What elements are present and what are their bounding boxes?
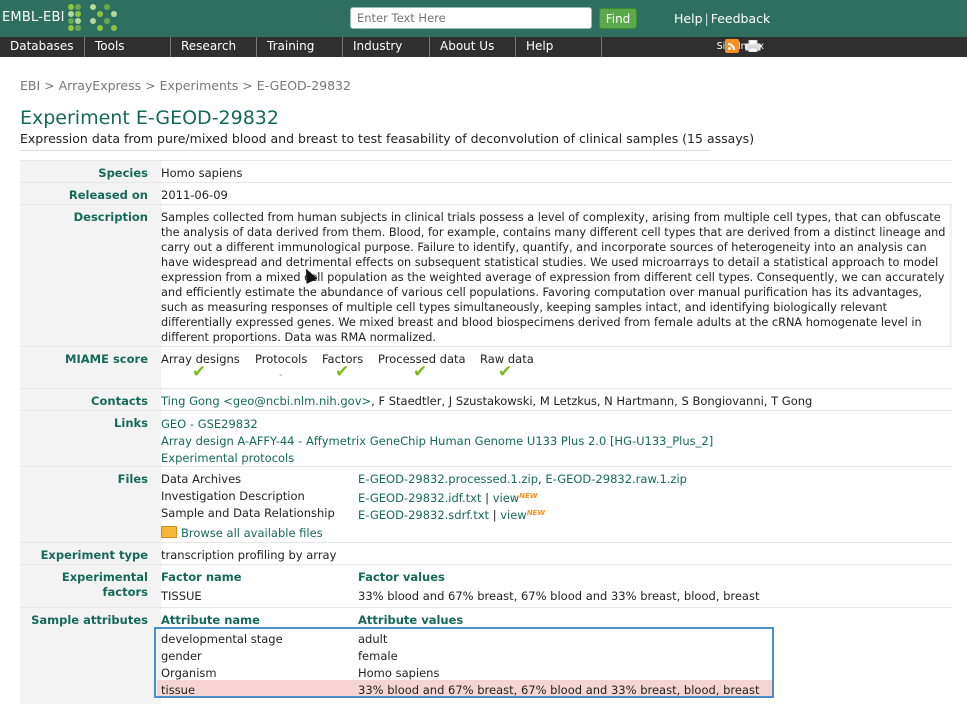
breadcrumb-ebi[interactable]: EBI [20, 78, 40, 93]
folder-icon [161, 526, 177, 538]
nav-research[interactable]: Research [171, 37, 257, 57]
protocols-link[interactable]: Experimental protocols [161, 450, 952, 467]
new-badge: NEW [519, 492, 538, 500]
description-row: Description Samples collected from human… [20, 204, 952, 347]
page-subtitle: Expression data from pure/mixed blood an… [20, 131, 755, 146]
miame-row: MIAME score Array designs Protocols Fact… [20, 346, 952, 389]
check-icon: ✔ [335, 362, 350, 382]
header-links: Help | Feedback [674, 11, 770, 26]
check-icon: ✔ [413, 362, 428, 382]
factors-label-line1: Experimental [61, 570, 148, 584]
sdrf-files: E-GEOD-29832.sdrf.txt | viewNEW [358, 506, 545, 523]
factors-table: Factor name Factor values TISSUE 33% blo… [161, 565, 952, 608]
released-value: 2011-06-09 [161, 183, 952, 205]
print-icon[interactable] [745, 40, 761, 52]
archive-comma: , [538, 472, 542, 486]
description-label: Description [73, 210, 148, 224]
factor-values-header: Factor values [358, 570, 445, 584]
species-value: Homo sapiens [161, 161, 952, 183]
search-input[interactable] [350, 7, 592, 29]
experiment-type-label: Experiment type [40, 548, 148, 562]
contacts-label: Contacts [91, 394, 148, 408]
factor-values: 33% blood and 67% breast, 67% blood and … [358, 589, 760, 603]
files-row: Files Data Archives E-GEOD-29832.process… [20, 466, 952, 543]
idf-view-link[interactable]: view [493, 491, 519, 505]
experiment-type-row: Experiment type transcription profiling … [20, 542, 952, 565]
nav-help[interactable]: Help [516, 37, 602, 57]
links-label: Links [114, 416, 148, 430]
subtitle-divider [20, 150, 710, 151]
browse-all-files-link[interactable]: Browse all available files [181, 526, 323, 540]
breadcrumb-separator: > [242, 78, 253, 93]
contacts-others: , F Staedtler, J Szustakowski, M Letzkus… [371, 394, 813, 408]
idf-label: Investigation Description [161, 489, 305, 503]
attribute-name-header: Attribute name [161, 613, 260, 627]
nav-tools[interactable]: Tools [85, 37, 171, 57]
breadcrumb-current: E-GEOD-29832 [256, 78, 351, 93]
idf-files: E-GEOD-29832.idf.txt | viewNEW [358, 489, 538, 506]
ebi-logo-icon[interactable] [66, 2, 118, 35]
ebi-logo-text[interactable]: EMBL-EBI [2, 10, 65, 25]
file-pipe: | [485, 491, 490, 505]
feedback-link[interactable]: Feedback [711, 11, 771, 26]
released-label: Released on [68, 188, 148, 202]
nav-industry[interactable]: Industry [343, 37, 430, 57]
nav-training[interactable]: Training [257, 37, 343, 57]
array-design-link[interactable]: Array design A-AFFY-44 - Affymetrix Gene… [161, 433, 952, 450]
raw-archive-link[interactable]: E-GEOD-29832.raw.1.zip [545, 472, 687, 486]
nav-databases[interactable]: Databases [0, 37, 85, 57]
breadcrumb-experiments[interactable]: Experiments [160, 78, 239, 93]
page-title: Experiment E-GEOD-29832 [20, 107, 279, 129]
factor-name: TISSUE [161, 589, 202, 603]
links-value: GEO - GSE29832 Array design A-AFFY-44 - … [161, 411, 952, 467]
header-link-separator: | [704, 11, 709, 26]
data-archives-label: Data Archives [161, 472, 242, 486]
processed-archive-link[interactable]: E-GEOD-29832.processed.1.zip [358, 472, 538, 486]
experiment-type-value: transcription profiling by array [161, 543, 952, 565]
breadcrumb-arrayexpress[interactable]: ArrayExpress [59, 78, 141, 93]
miame-table: Array designs Protocols Factors Processe… [161, 347, 952, 389]
idf-file-link[interactable]: E-GEOD-29832.idf.txt [358, 491, 482, 505]
check-icon: ✔ [192, 362, 207, 382]
sample-attributes-label: Sample attributes [31, 613, 148, 627]
new-badge: NEW [526, 509, 546, 517]
site-header: EMBL-EBI Find Help|Feedback [0, 0, 967, 37]
breadcrumb-separator: > [44, 78, 55, 93]
browse-files: Browse all available files [161, 526, 323, 541]
find-button[interactable]: Find [599, 8, 637, 29]
factor-name-header: Factor name [161, 570, 242, 584]
released-row: Released on 2011-06-09 [20, 182, 952, 205]
attribute-values-header: Attribute values [358, 613, 464, 627]
factors-row: Experimental factors Factor name Factor v… [20, 564, 952, 608]
data-archives-files: E-GEOD-29832.processed.1.zip, E-GEOD-298… [358, 472, 687, 487]
contacts-value: Ting Gong <geo@ncbi.nlm.nih.gov>, F Stae… [161, 389, 952, 411]
rss-icon[interactable] [725, 39, 739, 53]
contacts-row: Contacts Ting Gong <geo@ncbi.nlm.nih.gov… [20, 388, 952, 411]
breadcrumb-separator: > [145, 78, 156, 93]
file-pipe: | [492, 508, 497, 522]
selection-highlight-box [154, 627, 774, 698]
geo-link[interactable]: GEO - GSE29832 [161, 416, 952, 433]
sdrf-label: Sample and Data Relationship [161, 506, 335, 520]
description-text: Samples collected from human subjects in… [161, 205, 949, 347]
files-label: Files [117, 472, 148, 486]
nav-about-us[interactable]: About Us [430, 37, 516, 57]
miame-protocols-dash: - [279, 370, 283, 381]
files-table: Data Archives E-GEOD-29832.processed.1.z… [161, 467, 952, 543]
links-row: Links GEO - GSE29832 Array design A-AFFY… [20, 410, 952, 467]
contact-email-link[interactable]: Ting Gong <geo@ncbi.nlm.nih.gov> [161, 394, 371, 408]
species-row: Species Homo sapiens [20, 160, 952, 183]
sdrf-file-link[interactable]: E-GEOD-29832.sdrf.txt [358, 508, 489, 522]
help-link[interactable]: Help [674, 11, 703, 26]
miame-header-protocols: Protocols [255, 352, 308, 366]
factors-label-line2: factors [102, 585, 149, 599]
species-label: Species [98, 166, 148, 180]
main-nav: Databases Tools Research Training Indust… [0, 37, 967, 57]
sdrf-view-link[interactable]: view [500, 508, 526, 522]
breadcrumb: EBI > ArrayExpress > Experiments > E-GEO… [20, 78, 351, 93]
factors-label: Experimental factors [20, 570, 148, 600]
check-icon: ✔ [498, 362, 513, 382]
miame-label: MIAME score [65, 352, 148, 366]
